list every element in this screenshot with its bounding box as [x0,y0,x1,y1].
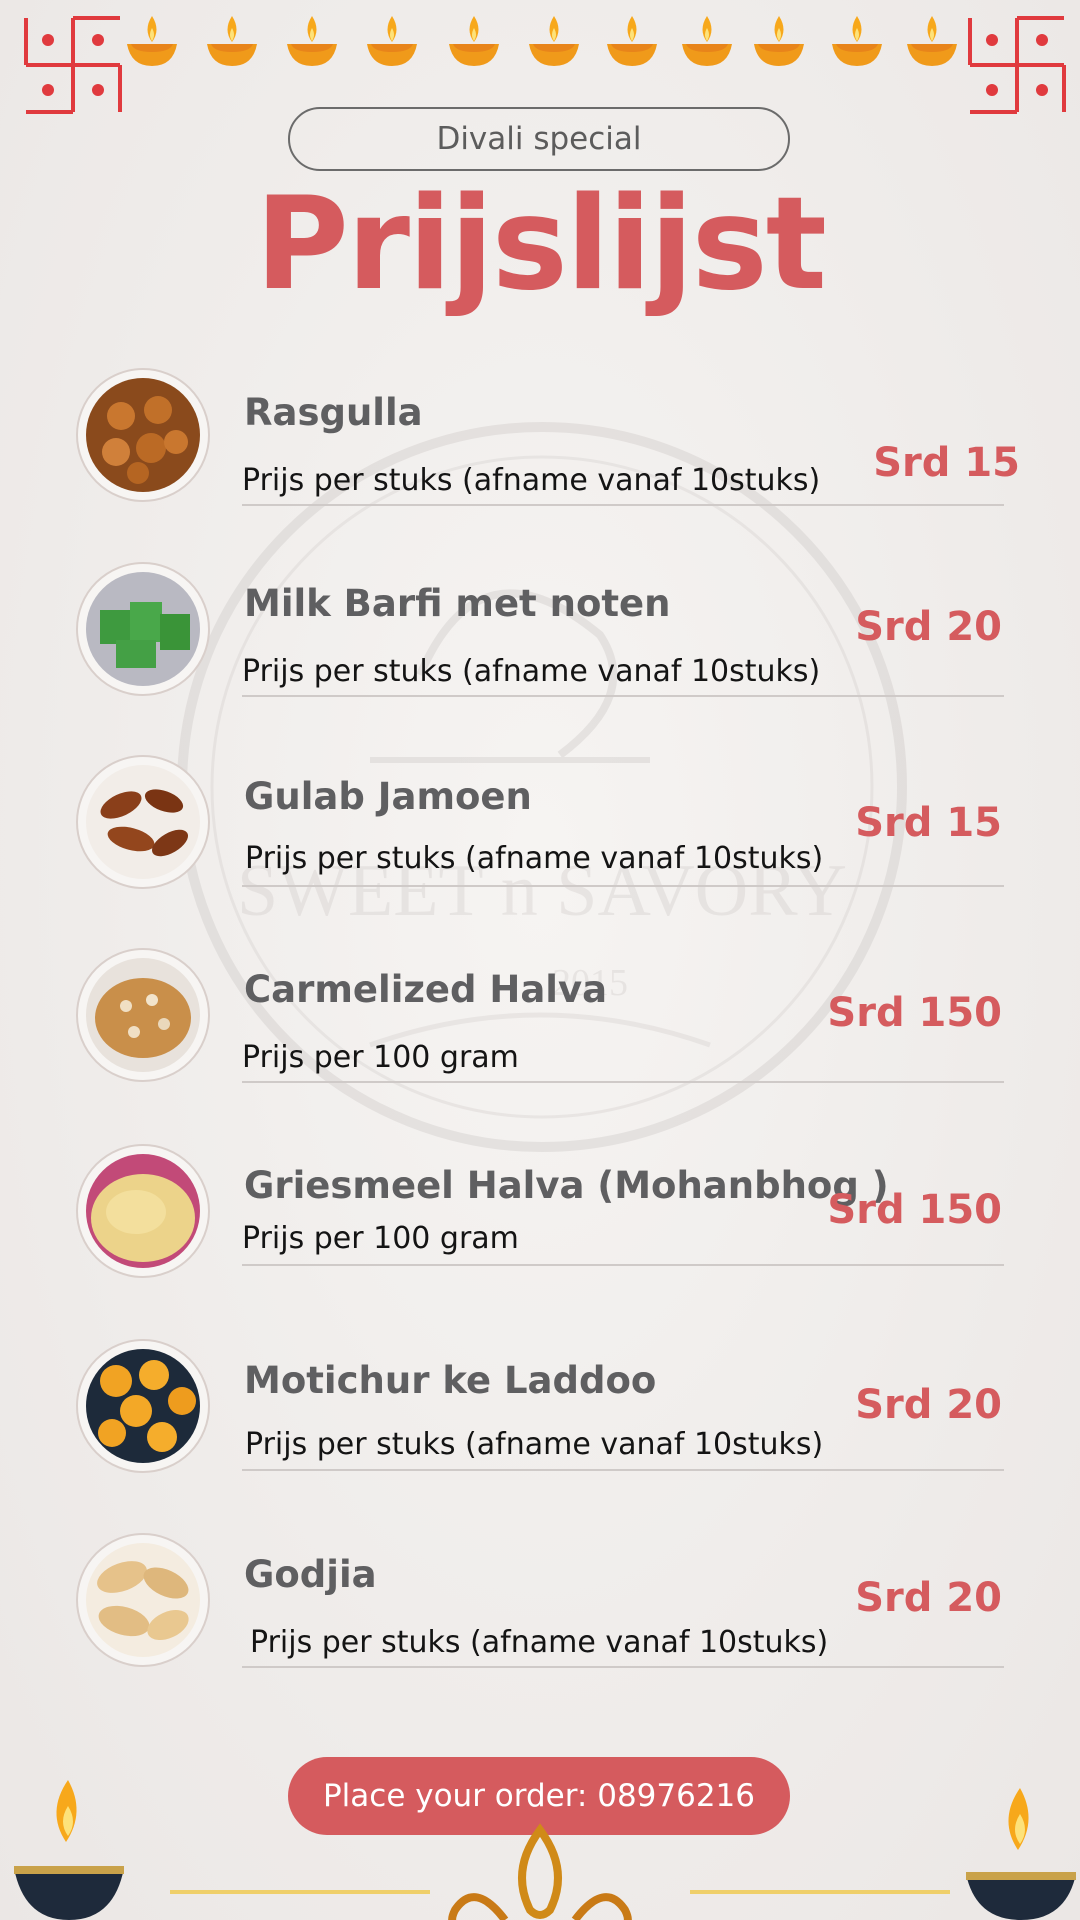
list-item: Gulab Jamoen Prijs per stuks (afname van… [0,755,1080,905]
motichur-laddoo-image [76,1339,210,1473]
page-title: Prijslijst [255,170,827,319]
diya-row [0,8,1080,78]
carmelized-halva-image [76,948,210,1082]
diya-icon [287,16,337,66]
item-description: Prijs per stuks (afname vanaf 10stuks) [242,654,821,689]
bottom-ornament [14,1780,1076,1920]
item-name: Rasgulla [244,391,423,434]
list-item: Carmelized Halva Prijs per 100 gram Srd … [0,948,1080,1098]
item-price: Srd 150 [827,990,1002,1036]
item-price: Srd 20 [855,604,1002,650]
milk-barfi-image [76,562,210,696]
item-description: Prijs per stuks (afname vanaf 10stuks) [245,1427,824,1462]
divider [242,1469,1004,1471]
item-price: Srd 20 [855,1575,1002,1621]
item-name: Griesmeel Halva (Mohanbhog ) [244,1164,889,1207]
item-description: Prijs per 100 gram [242,1040,519,1075]
divider [242,1264,1004,1266]
item-name: Milk Barfi met noten [244,582,671,625]
item-price: Srd 20 [855,1382,1002,1428]
list-item: Milk Barfi met noten Prijs per stuks (af… [0,562,1080,712]
diya-icon [682,16,732,66]
divider [242,1666,1004,1668]
divider [242,885,1004,887]
griesmeel-halva-image [76,1144,210,1278]
rasgulla-image [76,368,210,502]
divider [242,504,1004,506]
diya-icon [529,16,579,66]
item-description: Prijs per 100 gram [242,1221,519,1256]
menu-page: SWEET n SAVORY 2015 Divali special Prijs… [0,0,1080,1920]
item-description: Prijs per stuks (afname vanaf 10stuks) [242,463,821,498]
godjia-image [76,1533,210,1667]
diya-icon [607,16,657,66]
list-item: Griesmeel Halva (Mohanbhog ) Prijs per 1… [0,1144,1080,1294]
diya-left-icon [14,1780,124,1920]
diya-icon [907,16,957,66]
diya-icon [207,16,257,66]
item-price: Srd 15 [873,440,1020,486]
list-item: Rasgulla Prijs per stuks (afname vanaf 1… [0,368,1080,518]
divider [242,1081,1004,1083]
list-item: Motichur ke Laddoo Prijs per stuks (afna… [0,1339,1080,1489]
diya-icon [367,16,417,66]
item-price: Srd 150 [827,1187,1002,1233]
item-name: Gulab Jamoen [244,775,532,818]
diya-icon [832,16,882,66]
item-name: Godjia [244,1553,377,1596]
diya-icon [754,16,804,66]
diya-right-icon [966,1788,1076,1920]
subtitle-badge: Divali special [288,107,790,171]
item-price: Srd 15 [855,800,1002,846]
item-description: Prijs per stuks (afname vanaf 10stuks) [245,841,824,876]
item-description: Prijs per stuks (afname vanaf 10stuks) [250,1625,829,1660]
diya-icon [127,16,177,66]
subtitle-text: Divali special [436,121,642,157]
gulab-jamoen-image [76,755,210,889]
diya-icon [449,16,499,66]
list-item: Godjia Prijs per stuks (afname vanaf 10s… [0,1533,1080,1683]
item-name: Motichur ke Laddoo [244,1359,657,1402]
divider [242,695,1004,697]
item-name: Carmelized Halva [244,968,608,1011]
